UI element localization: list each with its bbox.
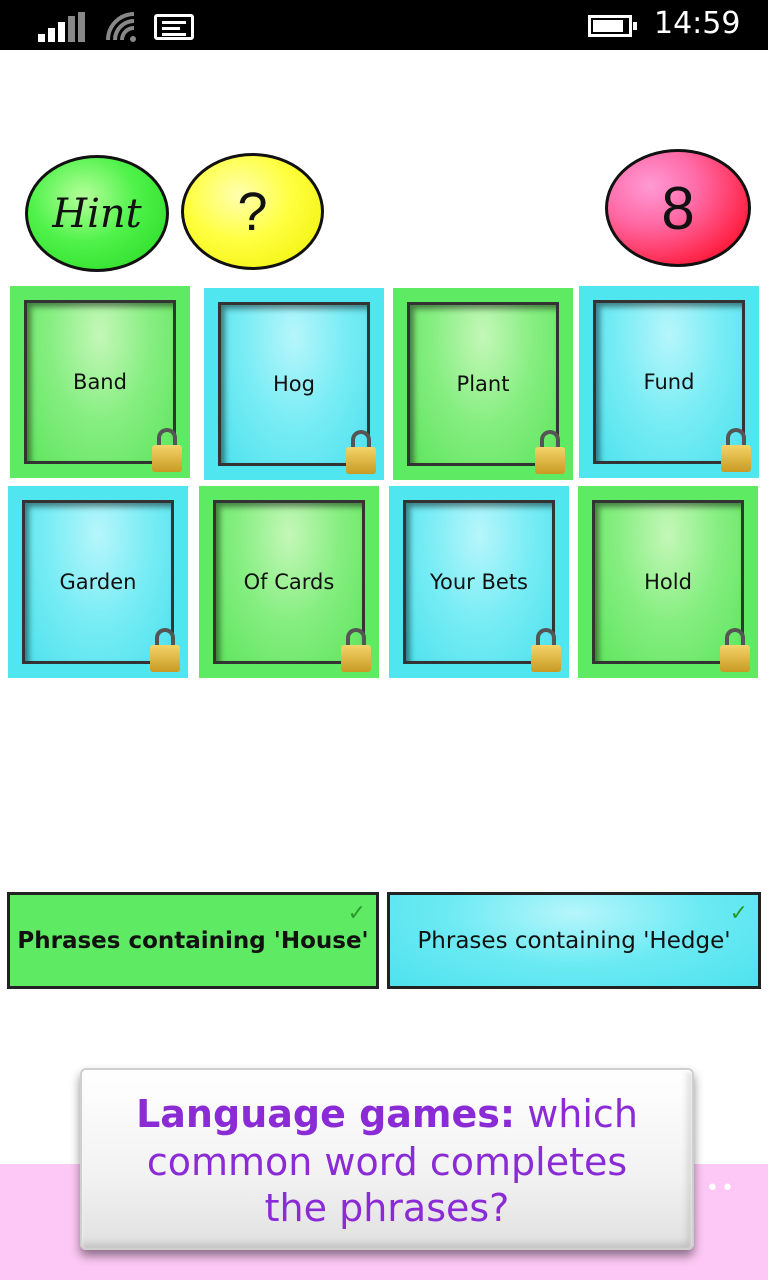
lock-icon xyxy=(150,628,180,672)
counter-value: 8 xyxy=(661,174,695,242)
lock-icon xyxy=(720,628,750,672)
word-tile[interactable]: Hold xyxy=(578,486,758,678)
lock-icon xyxy=(152,428,182,472)
tile-label: Plant xyxy=(456,372,510,396)
tile-label: Hog xyxy=(273,372,315,396)
word-tile[interactable]: Fund xyxy=(579,286,759,478)
promo-caption: Language games: which common word comple… xyxy=(80,1068,694,1250)
category-label: Phrases containing 'Hedge' xyxy=(417,928,731,954)
tile-label: Fund xyxy=(643,370,695,394)
caption-line-2: common word completes xyxy=(146,1140,628,1184)
word-tile[interactable]: Hog xyxy=(204,288,384,480)
message-icon xyxy=(154,14,194,40)
category-hedge[interactable]: Phrases containing 'Hedge' ✓ xyxy=(387,892,761,989)
category-house[interactable]: Phrases containing 'House' ✓ xyxy=(7,892,379,989)
remaining-counter: 8 xyxy=(605,149,751,267)
hint-button[interactable]: Hint xyxy=(25,155,169,272)
wifi-icon xyxy=(106,12,136,42)
word-tile[interactable]: Garden xyxy=(8,486,188,678)
signal-icon xyxy=(38,12,86,42)
hint-label: Hint xyxy=(52,190,142,237)
tile-label: Your Bets xyxy=(429,570,528,594)
word-tile[interactable]: Of Cards xyxy=(199,486,379,678)
lock-icon xyxy=(531,628,561,672)
lock-icon xyxy=(341,628,371,672)
help-label: ? xyxy=(237,181,268,242)
tile-label: Of Cards xyxy=(243,570,335,594)
clock: 14:59 xyxy=(654,6,741,41)
caption-line-1-rest: which xyxy=(515,1092,638,1136)
word-tile[interactable]: Your Bets xyxy=(389,486,569,678)
lock-icon xyxy=(721,428,751,472)
caption-line-3: the phrases? xyxy=(264,1186,510,1230)
word-tile[interactable]: Band xyxy=(10,286,190,478)
lock-icon xyxy=(535,430,565,474)
checkmark-icon: ✓ xyxy=(347,901,366,926)
status-bar: 14:59 xyxy=(0,0,768,50)
category-label: Phrases containing 'House' xyxy=(17,928,369,954)
tile-label: Garden xyxy=(59,570,137,594)
tile-label: Hold xyxy=(644,570,692,594)
caption-bold: Language games: xyxy=(136,1092,516,1136)
tile-label: Band xyxy=(73,370,127,394)
help-button[interactable]: ? xyxy=(181,153,324,270)
caption-line-1: Language games: which xyxy=(82,1092,692,1136)
battery-icon xyxy=(588,15,637,37)
lock-icon xyxy=(346,430,376,474)
more-options-icon[interactable]: •• xyxy=(706,1176,736,1201)
word-tile[interactable]: Plant xyxy=(393,288,573,480)
checkmark-icon: ✓ xyxy=(729,901,748,926)
